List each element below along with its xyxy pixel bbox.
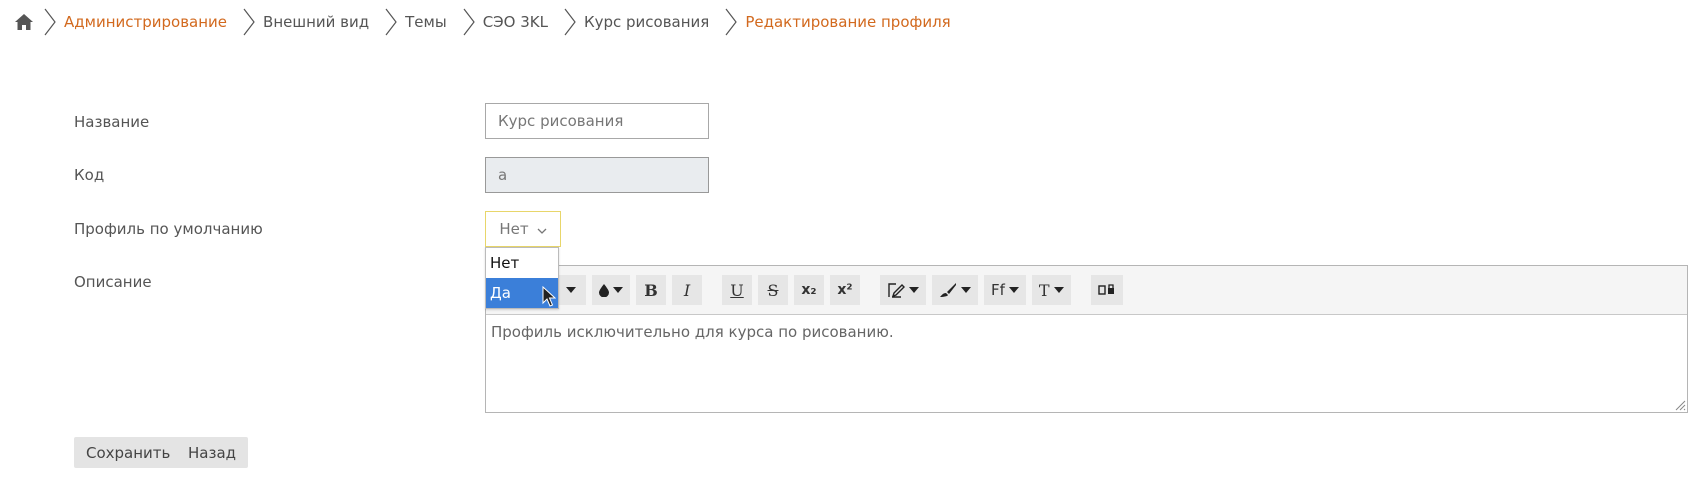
brush-icon	[940, 283, 956, 297]
superscript-button[interactable]: x²	[830, 275, 860, 305]
chevron-right-icon	[556, 0, 584, 44]
home-icon[interactable]	[14, 12, 36, 32]
clear-format-button[interactable]	[880, 275, 926, 305]
resize-handle-icon[interactable]	[1674, 399, 1686, 411]
breadcrumb-item-themes[interactable]: Темы	[405, 13, 455, 31]
default-profile-label: Профиль по умолчанию	[74, 220, 263, 238]
description-textarea[interactable]: Профиль исключительно для курса по рисов…	[486, 315, 1687, 412]
paragraph-format-button[interactable]	[556, 275, 586, 305]
breadcrumb-item-theme[interactable]: СЭО 3KL	[483, 13, 556, 31]
name-label: Название	[74, 113, 150, 131]
option-no[interactable]: Нет	[486, 248, 558, 278]
subscript-button[interactable]: x₂	[794, 275, 824, 305]
code-input	[485, 157, 709, 193]
brush-button[interactable]	[932, 275, 978, 305]
font-size-button[interactable]: T	[1031, 275, 1071, 305]
italic-button[interactable]: I	[672, 275, 702, 305]
chevron-right-icon	[717, 0, 745, 44]
name-input[interactable]	[485, 103, 709, 139]
breadcrumb-item-administration[interactable]: Администрирование	[64, 13, 235, 31]
special-characters-button[interactable]	[1090, 275, 1123, 305]
omega-icon	[1097, 284, 1114, 295]
description-text: Профиль исключительно для курса по рисов…	[491, 323, 894, 341]
editor-toolbar: B I U S x₂ x² Ff T	[486, 266, 1687, 315]
font-family-label: Ff	[991, 281, 1005, 299]
drop-icon	[599, 283, 609, 297]
breadcrumb: Администрирование Внешний вид Темы СЭО 3…	[14, 0, 959, 44]
back-button[interactable]: Назад	[176, 437, 249, 468]
default-profile-select[interactable]: Нет	[485, 211, 561, 247]
breadcrumb-item-appearance[interactable]: Внешний вид	[263, 13, 377, 31]
code-label: Код	[74, 166, 105, 184]
breadcrumb-item-profile[interactable]: Курс рисования	[584, 13, 717, 31]
bold-button[interactable]: B	[636, 275, 666, 305]
chevron-right-icon	[235, 0, 263, 44]
description-label: Описание	[74, 273, 152, 291]
underline-button[interactable]: U	[722, 275, 752, 305]
save-button[interactable]: Сохранить	[74, 437, 183, 468]
chevron-down-icon	[537, 220, 547, 238]
mouse-cursor-icon	[542, 286, 556, 307]
default-profile-value: Нет	[499, 220, 529, 238]
chevron-right-icon	[377, 0, 405, 44]
description-editor: B I U S x₂ x² Ff T Профиль исключительно…	[485, 265, 1688, 413]
breadcrumb-item-current: Редактирование профиля	[745, 13, 951, 31]
chevron-right-icon	[36, 0, 64, 44]
chevron-right-icon	[455, 0, 483, 44]
font-family-button[interactable]: Ff	[984, 275, 1026, 305]
pen-icon	[888, 283, 905, 298]
font-size-label: T	[1038, 280, 1050, 300]
text-color-button[interactable]	[592, 275, 630, 305]
strikethrough-button[interactable]: S	[758, 275, 788, 305]
